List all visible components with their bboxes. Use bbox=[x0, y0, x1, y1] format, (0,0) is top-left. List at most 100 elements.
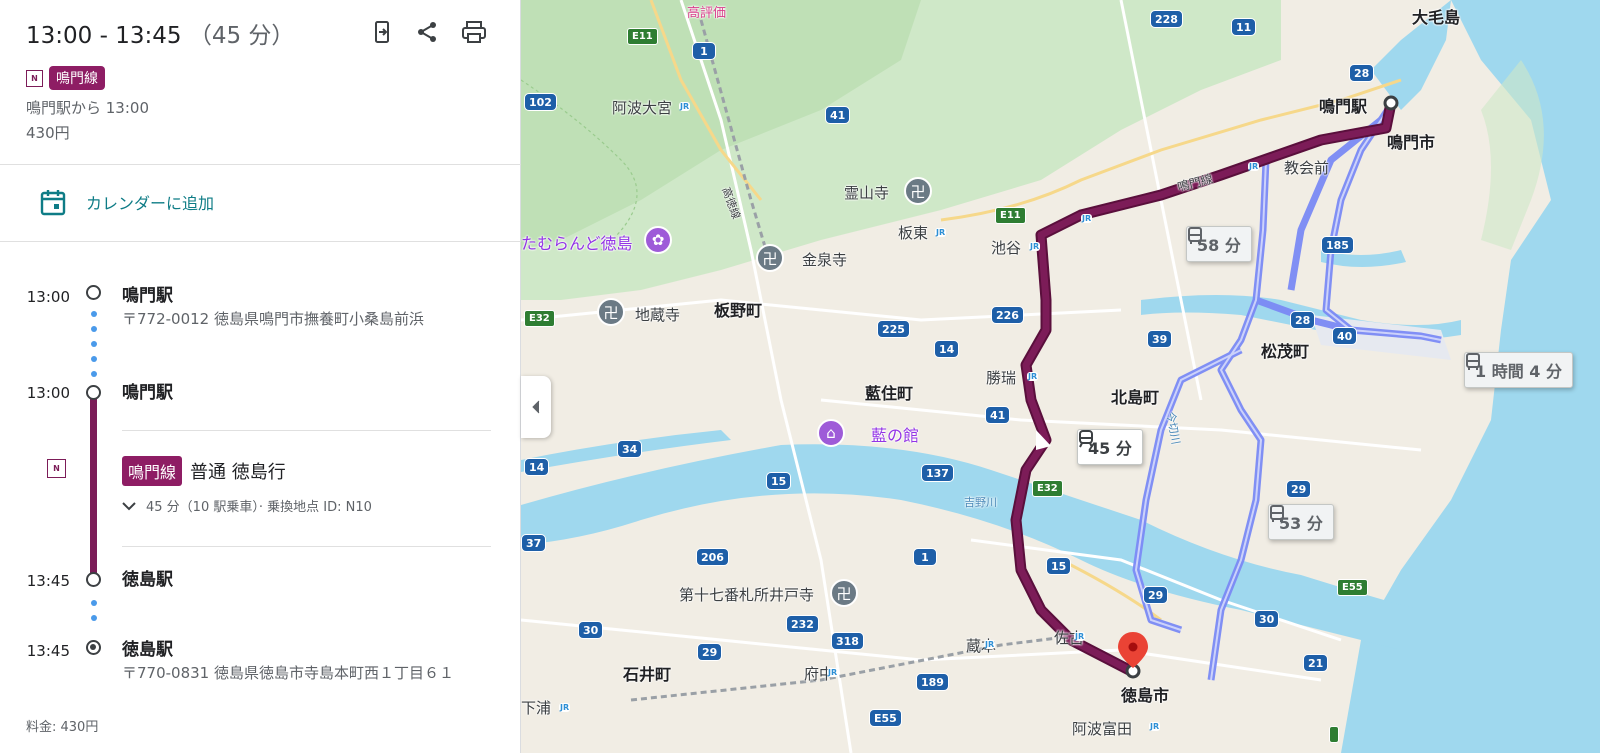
divider bbox=[0, 241, 521, 242]
road-shield: 14 bbox=[934, 340, 960, 358]
place-label[interactable]: 鳴門駅 bbox=[1319, 93, 1367, 117]
stop-circle-icon bbox=[86, 572, 101, 587]
walk-dot bbox=[91, 371, 97, 377]
place-label[interactable]: 教会前 bbox=[1284, 157, 1329, 178]
calendar-icon bbox=[40, 190, 66, 216]
alt-route-callout[interactable]: 58 分 bbox=[1186, 226, 1252, 262]
ride-line-chip: 鳴門線 bbox=[122, 456, 183, 486]
stop-name[interactable]: 鳴門駅 bbox=[122, 281, 173, 306]
place-label[interactable]: 阿波富田 bbox=[1072, 718, 1132, 739]
share-icon bbox=[418, 22, 436, 42]
share-button[interactable] bbox=[411, 16, 443, 48]
place-label[interactable]: 板野町 bbox=[714, 297, 762, 321]
road-shield: 11 bbox=[1231, 18, 1257, 36]
alt-route-duration: 53 分 bbox=[1279, 514, 1323, 533]
road-shield: 28 bbox=[1290, 311, 1316, 329]
place-label[interactable]: 地蔵寺 bbox=[635, 304, 680, 325]
road-shield: 318 bbox=[831, 632, 864, 650]
place-label[interactable]: 勝瑞 bbox=[986, 367, 1016, 388]
road-shield: 29 bbox=[1286, 480, 1312, 498]
road-shield: 15 bbox=[1046, 557, 1072, 575]
place-label[interactable]: 石井町 bbox=[623, 661, 671, 685]
place-label[interactable]: 鳴門市 bbox=[1387, 129, 1435, 153]
line-chip: 鳴門線 bbox=[49, 66, 105, 90]
print-button[interactable] bbox=[458, 16, 490, 48]
road-shield: 41 bbox=[825, 106, 851, 124]
expressway-shield: E11 bbox=[995, 207, 1026, 224]
walk-dot bbox=[91, 341, 97, 347]
transit-route-line bbox=[90, 399, 97, 579]
route-duration-callout[interactable]: 45 分 bbox=[1077, 429, 1143, 465]
place-label[interactable]: 徳島市 bbox=[1121, 682, 1169, 706]
road-shield: E55 bbox=[869, 709, 902, 727]
send-to-phone-button[interactable] bbox=[366, 16, 398, 48]
place-label[interactable]: 松茂町 bbox=[1261, 338, 1309, 362]
road-shield: 1 bbox=[913, 548, 937, 566]
chevron-down-icon bbox=[122, 501, 136, 510]
road-shield: 28 bbox=[1349, 64, 1375, 82]
road-shield: 206 bbox=[696, 548, 729, 566]
road-shield: 30 bbox=[578, 621, 604, 639]
road-shield: 137 bbox=[921, 464, 954, 482]
jr-station-icon: JR bbox=[679, 102, 691, 111]
place-label[interactable]: 池谷 bbox=[991, 237, 1021, 258]
road-shield: 34 bbox=[617, 440, 643, 458]
expressway-shield bbox=[1329, 726, 1339, 743]
temple-icon[interactable]: 卍 bbox=[830, 579, 858, 607]
place-label[interactable]: 北島町 bbox=[1111, 384, 1159, 408]
place-label[interactable]: 第十七番札所井戸寺 bbox=[679, 584, 814, 605]
temple-icon[interactable]: 卍 bbox=[597, 298, 625, 326]
jr-station-icon: JR bbox=[935, 228, 947, 237]
place-label[interactable]: 板東 bbox=[898, 222, 928, 243]
place-label[interactable]: 下浦 bbox=[521, 697, 551, 718]
jr-station-icon: JR bbox=[984, 640, 996, 649]
divider bbox=[0, 164, 521, 165]
road-shield: 185 bbox=[1321, 236, 1354, 254]
ride-summary: 鳴門線 普通 徳島行 bbox=[122, 456, 286, 486]
place-label[interactable]: 藍住町 bbox=[865, 380, 913, 404]
road-shield: 39 bbox=[1147, 330, 1173, 348]
attraction-icon[interactable]: ✿ bbox=[644, 226, 672, 254]
temple-icon[interactable]: 卍 bbox=[904, 177, 932, 205]
road-shield: 225 bbox=[877, 320, 910, 338]
road-shield: 15 bbox=[766, 472, 792, 490]
place-label[interactable]: 大毛島 bbox=[1412, 4, 1460, 28]
stop-time: 13:00 bbox=[26, 288, 70, 306]
stop-address: 〒772-0012 徳島県鳴門市撫養町小桑島前浜 bbox=[122, 310, 424, 328]
collapse-panel-button[interactable] bbox=[521, 376, 551, 438]
walk-dot bbox=[91, 311, 97, 317]
stop-address: 〒770-0831 徳島県徳島市寺島本町西１丁目６１ bbox=[122, 664, 454, 682]
alt-route-callout[interactable]: 53 分 bbox=[1268, 504, 1334, 540]
stop-circle-icon bbox=[86, 385, 101, 400]
place-label[interactable]: 金泉寺 bbox=[802, 249, 847, 270]
place-label[interactable]: たむらんど徳島 bbox=[521, 230, 633, 254]
stop-name[interactable]: 鳴門駅 bbox=[122, 378, 173, 403]
road-shield: 29 bbox=[1143, 586, 1169, 604]
fare-text: 料金: 430円 bbox=[26, 720, 99, 735]
place-label: 高評価 bbox=[687, 6, 727, 21]
expressway-shield: E32 bbox=[524, 310, 555, 327]
temple-icon[interactable]: 卍 bbox=[756, 244, 784, 272]
place-label[interactable]: 霊山寺 bbox=[844, 182, 889, 203]
walk-dot bbox=[91, 600, 97, 606]
line-summary: N 鳴門線 bbox=[26, 66, 105, 90]
bus-icon bbox=[1270, 505, 1284, 522]
ride-detail-toggle[interactable]: 45 分（10 駅乗車）· 乗換地点 ID: N10 bbox=[122, 496, 372, 515]
place-label[interactable]: 阿波大宮 bbox=[612, 97, 672, 118]
alt-route-callout[interactable]: 1 時間 4 分 bbox=[1464, 352, 1573, 388]
ride-service-text: 普通 徳島行 bbox=[190, 462, 286, 483]
stop-name[interactable]: 徳島駅 bbox=[122, 565, 173, 590]
map-view[interactable]: 鳴門駅 鳴門市 大毛島 教会前 阿波大宮 霊山寺 板東 池谷 たむらんど徳島 金… bbox=[521, 0, 1600, 753]
road-shield: 189 bbox=[916, 673, 949, 691]
bus-icon bbox=[1466, 353, 1480, 370]
place-label[interactable]: 藍の館 bbox=[871, 422, 919, 446]
road-shield: 102 bbox=[524, 93, 557, 111]
expressway-shield: E32 bbox=[1032, 480, 1063, 497]
stop-name[interactable]: 徳島駅 bbox=[122, 635, 173, 660]
route-duration-label: 45 分 bbox=[1088, 439, 1132, 458]
museum-icon[interactable]: ⌂ bbox=[817, 419, 845, 447]
jr-station-icon: JR bbox=[1081, 214, 1093, 223]
walk-dot bbox=[91, 356, 97, 362]
directions-panel: 13:00 - 13:45 （45 分） N 鳴門線 鳴門駅から 13:00 4… bbox=[0, 0, 521, 753]
add-to-calendar-button[interactable]: カレンダーに追加 bbox=[40, 188, 214, 216]
